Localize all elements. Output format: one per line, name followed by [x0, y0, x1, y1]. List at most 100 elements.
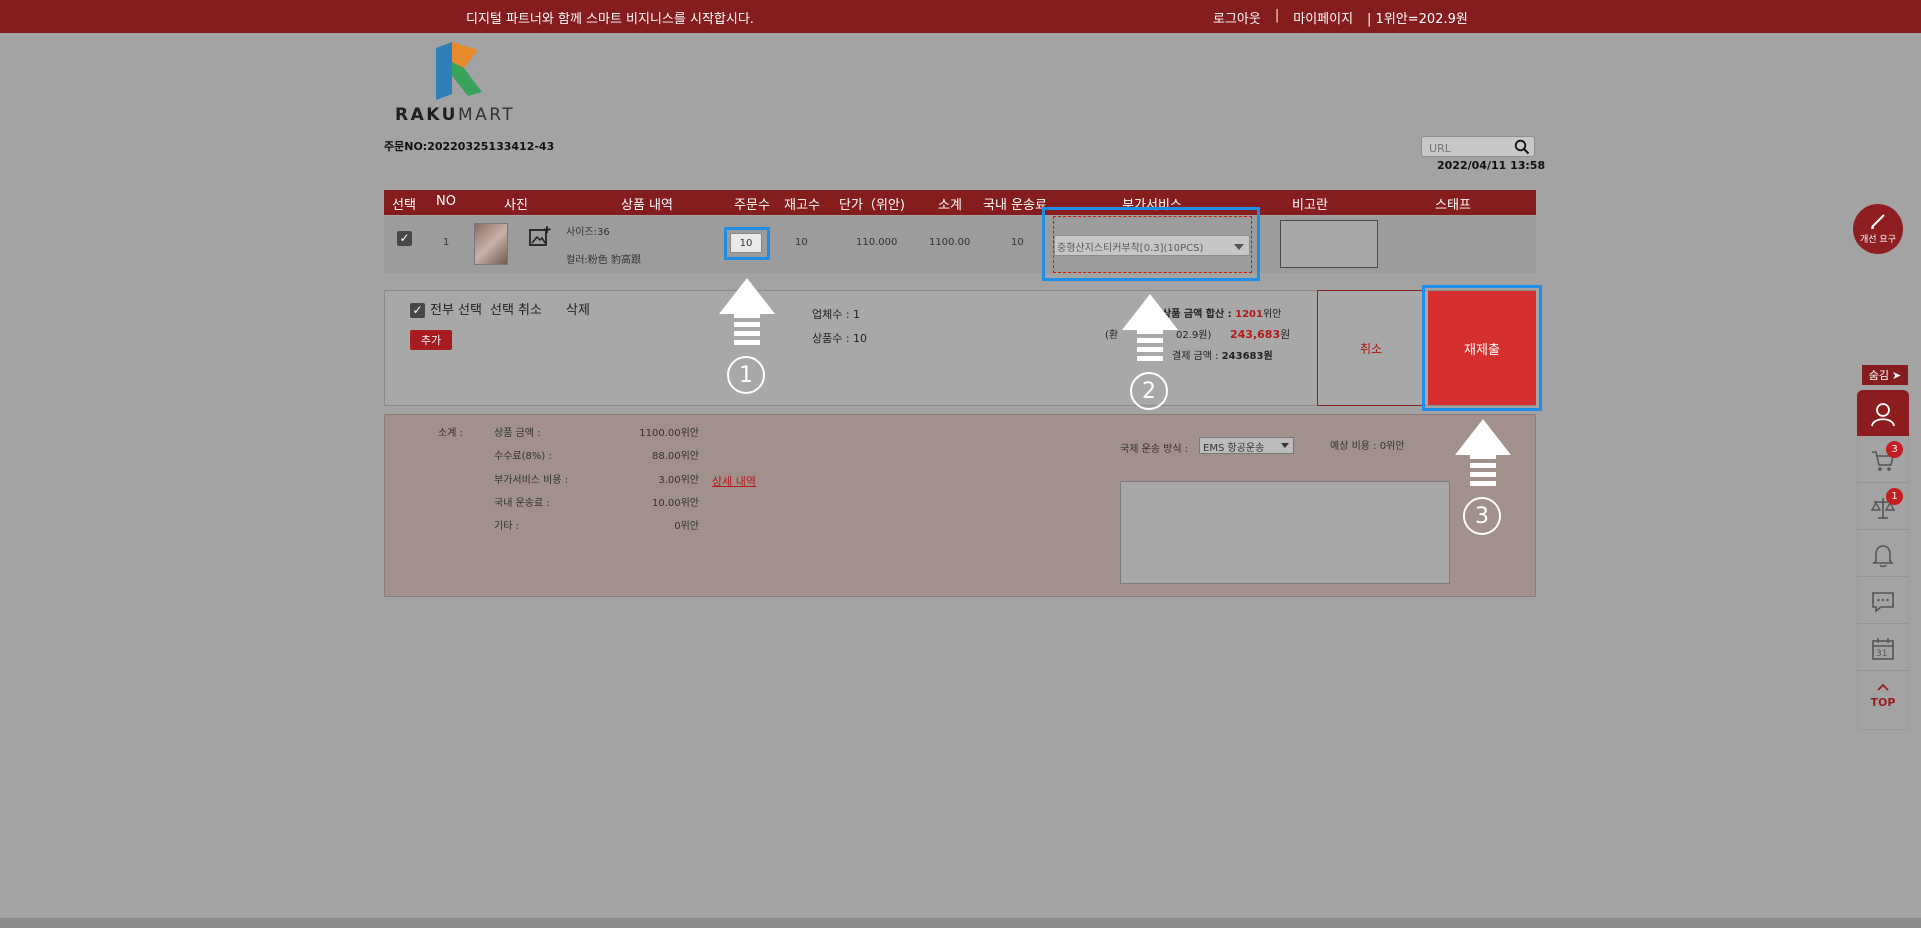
detail-subtotal-label: 소계 :	[438, 428, 463, 439]
hide-sidebar-button[interactable]: 숨김 ➤	[1862, 365, 1908, 385]
ship-method-label: 국제 운송 방식 :	[1120, 444, 1189, 455]
col-qty: 주문수	[734, 198, 770, 213]
select-all-checkbox[interactable]: ✓	[410, 303, 425, 318]
cancel-button[interactable]: 취소	[1317, 290, 1425, 406]
arrow-up-icon	[1122, 294, 1178, 361]
krw-total: 243,683원	[1230, 326, 1290, 342]
sidebar-notifications[interactable]	[1857, 531, 1909, 577]
service-select[interactable]: 중형산지스티커부착[0.3](10PCS)	[1054, 235, 1250, 256]
url-search-box[interactable]	[1421, 136, 1535, 158]
chevron-down-icon	[1234, 244, 1244, 250]
add-button[interactable]: 추가	[410, 330, 452, 350]
table-header: 선택 NO 사진 상품 내역 주문수 재고수 단가（위안) 소계 국내 운송료 …	[384, 190, 1536, 215]
detail-line-value: 88.00위안	[651, 451, 699, 462]
service-select-value: 중형산지스티커부착[0.3](10PCS)	[1057, 243, 1204, 254]
step-number-badge: 1	[727, 356, 765, 394]
payment-total: 결제 금액 : 243683원	[1172, 347, 1273, 362]
top-label: TOP	[1870, 696, 1896, 709]
memo-textarea[interactable]	[1280, 220, 1378, 268]
detail-line-value: 10.00위안	[651, 498, 699, 509]
chevron-down-icon	[1281, 443, 1289, 448]
pencil-icon	[1871, 214, 1885, 229]
detail-line-value: 3.00위안	[658, 475, 699, 486]
improvement-request-label: 개선 요구	[1860, 235, 1896, 245]
detail-line-label: 국내 운송료 :	[494, 498, 550, 509]
row-shipping: 10	[1011, 237, 1024, 248]
improvement-request-button[interactable]: 개선 요구	[1853, 204, 1903, 254]
detail-line-label: 부가서비스 비용 :	[494, 475, 569, 486]
estimate-cost: 예상 비용 : 0위안	[1330, 441, 1405, 452]
ship-method-select[interactable]: EMS 항공운송	[1199, 437, 1294, 454]
cart-badge: 3	[1886, 441, 1903, 458]
arrow-right-icon: ➤	[1892, 368, 1902, 382]
col-price: 단가（위안)	[839, 198, 905, 213]
detail-line-value: 1100.00위안	[639, 428, 699, 439]
deselect-button[interactable]: 선택 취소	[490, 299, 542, 318]
krw-total-value: 243,683	[1230, 328, 1281, 341]
payment-total-value: 243683원	[1221, 351, 1273, 362]
product-photo[interactable]	[474, 223, 508, 265]
detail-line-label: 수수료(8%) :	[494, 451, 552, 462]
total-amount-value: 1201	[1235, 309, 1263, 320]
sidebar-cart[interactable]: 3	[1857, 437, 1909, 483]
hide-sidebar-label: 숨김	[1868, 369, 1890, 382]
ship-method-value: EMS 항공운송	[1203, 443, 1265, 454]
top-links: 로그아웃 | 마이페이지 | 1위안=202.9원	[1213, 8, 1468, 27]
step-number-badge: 3	[1463, 497, 1501, 535]
col-select: 선택	[392, 198, 416, 213]
row-price: 110.000	[856, 237, 898, 248]
logo-text: RAKUMART	[395, 105, 515, 125]
row-checkbox[interactable]: ✓	[397, 231, 412, 246]
chat-icon	[1872, 592, 1894, 613]
col-subtotal: 소계	[938, 198, 962, 213]
bottom-scrollbar[interactable]	[0, 918, 1921, 928]
product-color: 컬러:粉色 豹高跟	[566, 255, 641, 266]
col-no: NO	[436, 194, 456, 209]
sidebar-calendar[interactable]: 31	[1857, 625, 1909, 671]
col-memo: 비고란	[1292, 198, 1328, 213]
select-all-label[interactable]: 전부 선택	[430, 299, 482, 318]
exchange-rate: | 1위안=202.9원	[1367, 12, 1468, 27]
slogan: 디지털 파트너와 함께 스마트 비지니스를 시작합시다.	[466, 12, 754, 27]
add-image-icon[interactable]	[528, 224, 552, 248]
sidebar-compare[interactable]: 1	[1857, 484, 1909, 530]
arrow-up-icon	[1455, 419, 1511, 486]
chevron-up-icon	[1877, 683, 1889, 691]
order-number: 주문NO:20220325133412-43	[384, 140, 555, 153]
item-count: 상품수 : 10	[812, 332, 868, 345]
detail-breakdown-link[interactable]: 상세 내역	[712, 473, 756, 489]
arrow-up-icon	[719, 278, 775, 345]
mypage-link[interactable]: 마이페이지	[1293, 8, 1353, 27]
logout-link[interactable]: 로그아웃	[1213, 8, 1261, 27]
sidebar-user[interactable]	[1857, 390, 1909, 436]
logo-text-bold: RAKU	[395, 105, 458, 125]
url-input[interactable]	[1422, 139, 1512, 158]
divider: |	[1274, 8, 1280, 23]
order-qty-input[interactable]	[730, 233, 762, 253]
calendar-day: 31	[1876, 649, 1888, 659]
search-icon[interactable]	[1514, 139, 1530, 155]
delete-button[interactable]: 삭제	[566, 299, 590, 318]
detail-line-value: 0위안	[674, 521, 699, 532]
col-shipping: 국내 운송료	[983, 198, 1047, 213]
col-product: 상품 내역	[621, 198, 673, 213]
vendor-count: 업체수 : 1	[812, 308, 861, 321]
detail-line-label: 기타 :	[494, 521, 519, 532]
compare-badge: 1	[1886, 488, 1903, 505]
sidebar-top-button[interactable]: TOP	[1857, 672, 1909, 718]
sidebar-chat[interactable]	[1857, 578, 1909, 624]
col-photo: 사진	[504, 198, 528, 213]
logo-text-light: MART	[457, 105, 516, 125]
top-bar: 디지털 파트너와 함께 스마트 비지니스를 시작합시다. 로그아웃 | 마이페이…	[0, 0, 1921, 33]
rakumart-logo-icon[interactable]	[434, 40, 484, 102]
krw-rate: 02.9원)	[1176, 330, 1212, 341]
user-icon	[1871, 403, 1895, 427]
order-date: 2022/04/11 13:58	[1437, 159, 1546, 172]
highlight-resubmit: 재제출	[1422, 285, 1542, 411]
krw-total-unit: 원	[1280, 328, 1291, 341]
col-stock: 재고수	[784, 198, 820, 213]
note-textarea[interactable]	[1120, 481, 1450, 584]
product-size: 사이즈:36	[566, 227, 610, 238]
resubmit-button[interactable]: 재제출	[1428, 291, 1536, 405]
step-number-badge: 2	[1130, 372, 1168, 410]
